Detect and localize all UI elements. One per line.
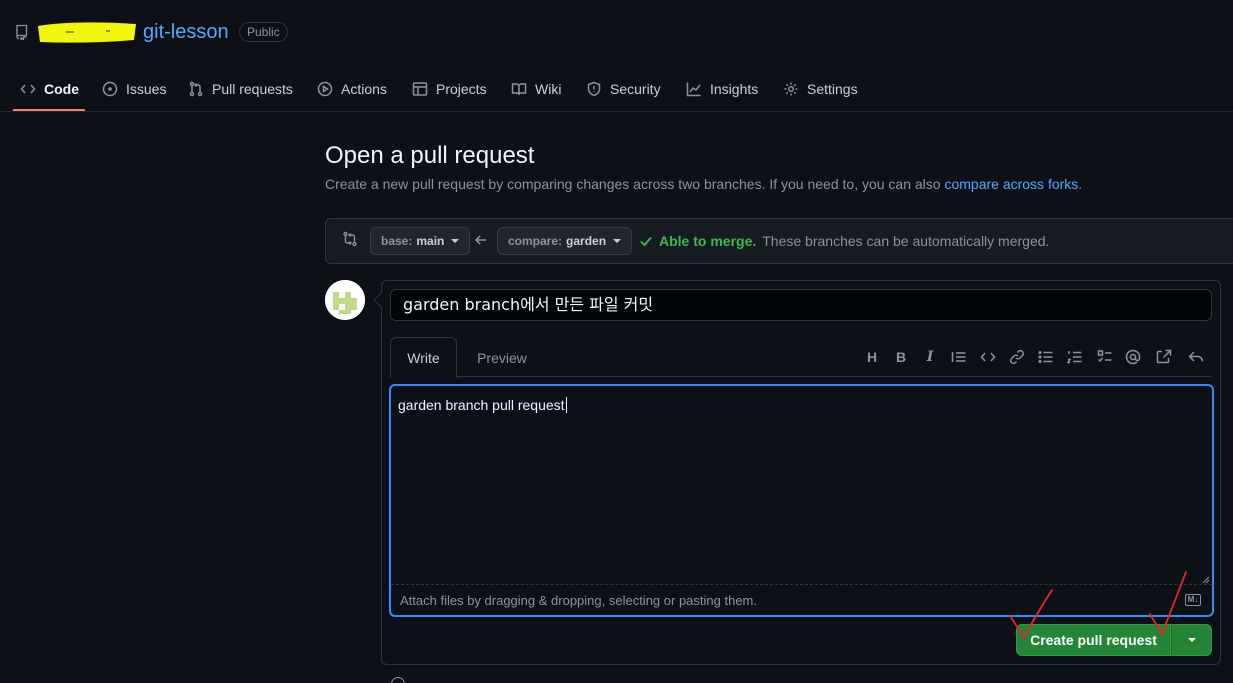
pull-request-icon	[189, 81, 203, 97]
issue-icon	[102, 81, 118, 97]
list-unordered-icon	[1038, 350, 1053, 364]
markdown-icon[interactable]: M↓	[1185, 594, 1201, 606]
link-button[interactable]	[1008, 348, 1026, 366]
tab-pull-requests[interactable]: Pull requests	[188, 78, 293, 100]
submit-button-group: Create pull request	[1016, 624, 1212, 656]
chevron-down-icon	[613, 239, 622, 243]
tab-insights[interactable]: Insights	[686, 78, 758, 100]
merge-status-ok: Able to merge.	[659, 233, 757, 249]
tab-security[interactable]: Security	[586, 78, 661, 100]
code-button[interactable]	[979, 348, 997, 366]
submit-options-dropdown[interactable]	[1171, 624, 1212, 656]
tab-preview[interactable]: Preview	[466, 337, 538, 378]
play-icon	[317, 81, 333, 97]
numbered-list-button[interactable]	[1066, 348, 1084, 366]
mention-icon	[1125, 349, 1141, 365]
visibility-badge: Public	[239, 22, 288, 42]
compare-branch-value: garden	[566, 234, 607, 248]
tab-code-label: Code	[44, 81, 79, 97]
tab-issues[interactable]: Issues	[102, 78, 166, 100]
tasklist-icon	[1097, 350, 1112, 363]
tab-actions[interactable]: Actions	[317, 78, 387, 100]
base-branch-select[interactable]: base: main	[370, 227, 471, 255]
nav-divider	[0, 111, 1233, 112]
chevron-down-icon	[1187, 638, 1196, 642]
table-icon	[412, 82, 428, 96]
repo-icon	[14, 24, 30, 40]
tab-issues-label: Issues	[126, 81, 167, 97]
text-cursor	[565, 397, 567, 413]
reply-button[interactable]	[1187, 348, 1205, 366]
tab-wiki[interactable]: Wiki	[511, 78, 561, 100]
tab-settings[interactable]: Settings	[783, 78, 858, 100]
merge-status-desc: These branches can be automatically merg…	[762, 233, 1050, 249]
bulleted-list-button[interactable]	[1037, 348, 1055, 366]
base-branch-label: base:	[381, 234, 413, 248]
bold-button[interactable]: B	[892, 348, 910, 366]
reply-icon	[1188, 351, 1204, 362]
link-icon	[1009, 349, 1025, 365]
code-icon	[20, 84, 36, 94]
create-pull-request-button[interactable]: Create pull request	[1016, 624, 1171, 656]
pr-body-textarea[interactable]	[389, 384, 1214, 617]
quote-button[interactable]	[950, 348, 968, 366]
tab-wiki-label: Wiki	[535, 81, 562, 97]
pr-body-value: garden branch pull request	[398, 397, 565, 413]
page-title: Open a pull request	[325, 142, 535, 169]
tab-code[interactable]: Code	[20, 78, 79, 100]
heading-button[interactable]: H	[863, 348, 881, 366]
check-icon	[640, 236, 652, 247]
compare-across-forks-link[interactable]: compare across forks	[944, 176, 1078, 192]
task-list-button[interactable]	[1096, 348, 1114, 366]
base-branch-value: main	[416, 234, 445, 248]
avatar[interactable]	[325, 280, 365, 320]
page-subtitle: Create a new pull request by comparing c…	[325, 176, 1082, 192]
resize-handle-icon[interactable]	[1200, 574, 1210, 584]
book-icon	[511, 83, 527, 96]
tab-settings-label: Settings	[807, 81, 858, 97]
timeline-icon	[391, 677, 405, 683]
shield-icon	[587, 81, 601, 97]
graph-icon	[686, 82, 701, 97]
gear-icon	[784, 82, 798, 96]
owner-name-redaction	[36, 20, 138, 44]
list-ordered-icon	[1067, 351, 1082, 364]
quote-icon	[951, 352, 966, 362]
tab-projects-label: Projects	[436, 81, 487, 97]
tab-write[interactable]: Write	[390, 337, 457, 378]
italic-button[interactable]: I	[921, 348, 939, 366]
merge-status: Able to merge. These branches can be aut…	[639, 233, 1049, 249]
mention-button[interactable]	[1124, 348, 1142, 366]
attach-files-hint[interactable]: Attach files by dragging & dropping, sel…	[400, 593, 757, 608]
tab-security-label: Security	[610, 81, 661, 97]
tab-pull-requests-label: Pull requests	[212, 81, 293, 97]
pr-title-input[interactable]: garden branch에서 만든 파일 커밋	[390, 289, 1212, 321]
repo-name-link[interactable]: git-lesson	[143, 21, 229, 44]
tab-projects[interactable]: Projects	[412, 78, 487, 100]
page-subtitle-text: Create a new pull request by comparing c…	[325, 176, 945, 192]
compare-arrows-icon	[342, 231, 358, 247]
arrow-left-icon	[474, 233, 488, 247]
pr-body-text: garden branch pull request	[398, 397, 567, 413]
cross-reference-icon	[1156, 349, 1172, 364]
reference-button[interactable]	[1155, 348, 1173, 366]
page-subtitle-end: .	[1078, 176, 1083, 192]
compare-branch-select[interactable]: compare: garden	[497, 227, 633, 255]
chevron-down-icon	[451, 239, 460, 243]
comment-pointer	[373, 292, 382, 308]
attach-divider	[391, 584, 1212, 585]
code-icon	[980, 352, 996, 362]
tab-actions-label: Actions	[341, 81, 387, 97]
tab-insights-label: Insights	[710, 81, 759, 97]
compare-branch-label: compare:	[508, 234, 563, 248]
